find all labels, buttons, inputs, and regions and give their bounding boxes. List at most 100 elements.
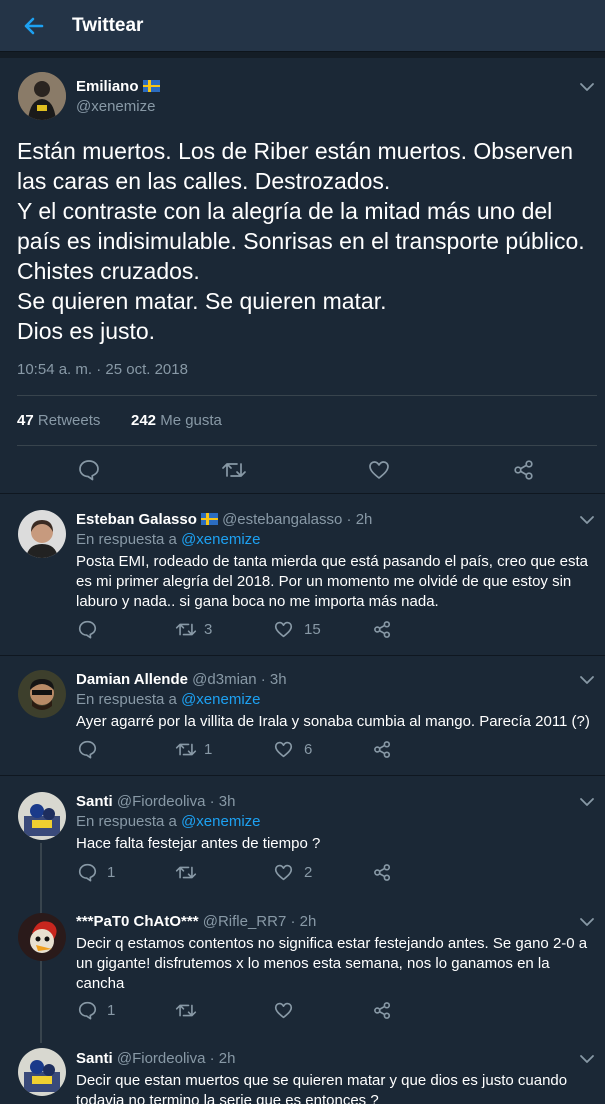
avatar[interactable] [18,72,66,120]
reply-count: 1 [107,864,116,881]
reply-text: Decir que estan muertos que se quieren m… [76,1071,596,1104]
divider [0,493,605,494]
share-icon[interactable] [373,620,392,639]
reply-text-line: cancha [76,975,125,992]
in-reply-to-link[interactable]: @xenemize [181,531,260,548]
divider [0,775,605,776]
in-reply-to-label: En respuesta a [76,691,177,708]
reply-text-line: Hace falta festejar antes de tiempo ? [76,835,321,852]
in-reply-to: En respuesta a @xenemize [76,531,261,548]
author-name[interactable]: Esteban Galasso [76,511,197,528]
reply-time[interactable]: · 2h [210,1050,236,1067]
tweet-timestamp[interactable]: 10:54 a. m. · 25 oct. 2018 [17,361,188,378]
author-handle[interactable]: @xenemize [76,98,155,115]
like-count: 6 [304,741,313,758]
in-reply-to: En respuesta a @xenemize [76,813,261,830]
retweet-icon[interactable] [221,459,247,481]
like-heart-icon[interactable] [274,863,293,882]
reply-icon[interactable] [78,620,97,639]
tweet-text-line: país es indisimulable. Sonrisas en el tr… [17,228,585,254]
reply-text: Hace falta festejar antes de tiempo ? [76,834,596,854]
reply-time[interactable]: · 3h [210,793,236,810]
reply-time[interactable]: · 2h [290,913,316,930]
reply-icon[interactable] [78,740,97,759]
retweet-count: 1 [204,741,213,758]
tweet-text-line: Están muertos. Los de Riber están muerto… [17,138,574,164]
reply-header: Santi @Fiordeoliva · 3h [76,793,235,810]
like-heart-icon[interactable] [368,459,390,481]
like-count: 2 [304,864,313,881]
avatar[interactable] [18,510,66,558]
reply-text-line: Decir que estan muertos que se quieren m… [76,1072,568,1089]
author-name[interactable]: Santi [76,793,113,810]
author-name[interactable]: Emiliano [76,78,139,95]
chevron-down-icon[interactable] [579,675,595,685]
in-reply-to-link[interactable]: @xenemize [181,691,260,708]
share-icon[interactable] [373,1001,392,1020]
chevron-down-icon[interactable] [579,917,595,927]
reply-header: Santi @Fiordeoliva · 2h [76,1050,235,1067]
avatar[interactable] [18,913,66,961]
tweet-text: Están muertos. Los de Riber están muerto… [17,136,597,346]
author-name[interactable]: Santi [76,1050,113,1067]
tweet-text-line: Chistes cruzados. [17,258,200,284]
like-heart-icon[interactable] [274,740,293,759]
reply-text-line: es mi primer alegría del 2018. Por un mo… [76,573,572,590]
avatar[interactable] [18,1048,66,1096]
share-icon[interactable] [513,459,535,481]
divider [17,445,597,446]
reply-time[interactable]: · 2h [347,511,373,528]
sweden-flag-icon [200,513,218,525]
chevron-down-icon[interactable] [579,1054,595,1064]
author-handle[interactable]: @Fiordeoliva [117,1050,206,1067]
retweet-count: 3 [204,621,213,638]
retweet-icon[interactable] [175,863,197,882]
back-arrow-icon[interactable] [20,12,46,40]
like-heart-icon[interactable] [274,1001,293,1020]
chevron-down-icon[interactable] [579,515,595,525]
retweets-stat[interactable]: 47 Retweets [17,412,100,429]
author-handle[interactable]: @d3mian [192,671,256,688]
sweden-flag-icon [142,80,160,92]
reply-time[interactable]: · 3h [261,671,287,688]
author-handle[interactable]: @Rifle_RR7 [203,913,287,930]
divider [0,655,605,656]
tweet-text-line: Dios es justo. [17,318,156,344]
in-reply-to-link[interactable]: @xenemize [181,813,260,830]
page-title: Twittear [72,15,144,36]
avatar[interactable] [18,792,66,840]
reply-text-line: Ayer agarré por la villita de Irala y so… [76,713,590,730]
share-icon[interactable] [373,863,392,882]
retweets-count: 47 [17,412,34,429]
retweet-icon[interactable] [175,1001,197,1020]
top-bar: Twittear [0,0,605,52]
avatar[interactable] [18,670,66,718]
tweet-text-line: las caras en las calles. Destrozados. [17,168,391,194]
chevron-down-icon[interactable] [579,797,595,807]
tweet-text-line: Se quieren matar. Se quieren matar. [17,288,387,314]
reply-text-line: Decir q estamos contentos no significa e… [76,935,588,952]
author-name[interactable]: ***PaT0 ChAtO*** [76,913,199,930]
reply-icon[interactable] [78,863,97,882]
reply-header: ***PaT0 ChAtO*** @Rifle_RR7 · 2h [76,913,316,930]
reply-text-line: laburo y nada.. si gana boca no me impor… [76,593,439,610]
author-handle[interactable]: @estebangalasso [222,511,342,528]
in-reply-to-label: En respuesta a [76,813,177,830]
share-icon[interactable] [373,740,392,759]
chevron-down-icon[interactable] [579,82,595,92]
reply-icon[interactable] [78,459,100,481]
author-handle[interactable]: @Fiordeoliva [117,793,206,810]
author-name-row[interactable]: Emiliano [76,78,160,95]
divider [17,395,597,396]
reply-count: 1 [107,1002,116,1019]
retweets-label: Retweets [37,412,101,429]
author-name[interactable]: Damian Allende [76,671,188,688]
likes-stat[interactable]: 242 Me gusta [131,412,222,429]
like-heart-icon[interactable] [274,620,293,639]
reply-icon[interactable] [78,1001,97,1020]
reply-text-line: Posta EMI, rodeado de tanta mierda que e… [76,553,588,570]
retweet-icon[interactable] [175,740,197,759]
retweet-icon[interactable] [175,620,197,639]
reply-text: Ayer agarré por la villita de Irala y so… [76,712,596,732]
reply-text: Posta EMI, rodeado de tanta mierda que e… [76,552,596,612]
